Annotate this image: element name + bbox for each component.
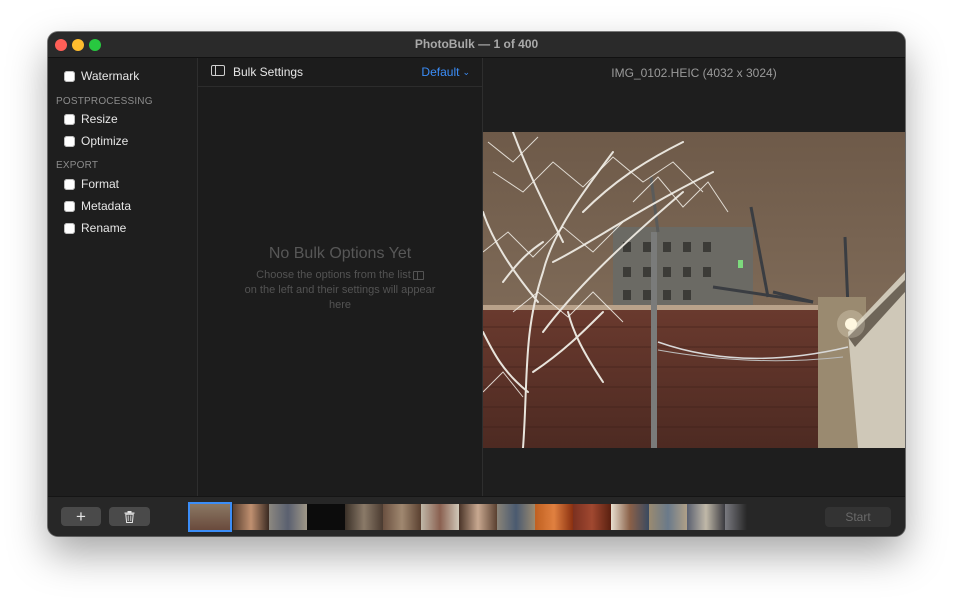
preview-photo: [483, 132, 905, 448]
thumbnail[interactable]: [687, 504, 725, 530]
app-window: PhotoBulk — 1 of 400 Watermark POSTPROCE…: [48, 32, 905, 536]
start-button[interactable]: Start: [825, 507, 891, 527]
section-postprocessing: POSTPROCESSING: [56, 96, 153, 107]
file-info-label: IMG_0102.HEIC (4032 x 3024): [611, 66, 777, 80]
thumbnail[interactable]: [421, 504, 459, 530]
trash-icon: [124, 510, 135, 523]
section-export: EXPORT: [56, 160, 99, 171]
empty-state-title: No Bulk Options Yet: [268, 245, 412, 262]
option-resize[interactable]: Resize: [64, 111, 118, 127]
optimize-checkbox[interactable]: [64, 135, 75, 147]
option-label: Optimize: [81, 134, 129, 148]
bulk-settings-title: Bulk Settings: [233, 65, 304, 79]
thumbnail[interactable]: [725, 504, 747, 530]
preset-label: Default: [421, 65, 460, 79]
option-label: Rename: [81, 221, 127, 235]
sidebar-panel-icon: [412, 270, 424, 280]
thumbnail[interactable]: [383, 504, 421, 530]
delete-images-button[interactable]: [109, 507, 150, 526]
title-bar: PhotoBulk — 1 of 400: [48, 32, 905, 58]
option-label: Resize: [81, 112, 118, 126]
thumbnail[interactable]: [535, 504, 573, 530]
sidebar-panel-icon[interactable]: [211, 65, 225, 76]
option-metadata[interactable]: Metadata: [64, 198, 131, 214]
resize-checkbox[interactable]: [64, 113, 75, 125]
bulk-settings-header: Bulk Settings Default ⌄: [198, 58, 482, 87]
option-optimize[interactable]: Optimize: [64, 133, 128, 149]
add-images-button[interactable]: +: [61, 507, 101, 526]
thumbnail[interactable]: [269, 504, 307, 530]
thumbnail-strip[interactable]: [188, 502, 755, 532]
option-rename[interactable]: Rename: [64, 220, 126, 236]
options-sidebar: Watermark POSTPROCESSING Resize Optimize…: [48, 58, 198, 496]
thumbnail[interactable]: [649, 504, 687, 530]
option-label: Watermark: [81, 69, 140, 83]
thumbnail[interactable]: [307, 504, 345, 530]
watermark-checkbox[interactable]: [64, 70, 75, 82]
thumbnail[interactable]: [497, 504, 535, 530]
bottom-toolbar: + Start: [48, 496, 905, 536]
thumbnail[interactable]: [611, 504, 649, 530]
thumbnail[interactable]: [459, 504, 497, 530]
empty-desc-part2: on the left and their settings will appe…: [244, 284, 436, 311]
preset-dropdown[interactable]: Default ⌄: [421, 65, 470, 79]
thumbnail[interactable]: [345, 504, 383, 530]
format-checkbox[interactable]: [64, 178, 75, 190]
option-label: Format: [81, 177, 120, 191]
bulk-settings-panel: Bulk Settings Default ⌄ No Bulk Options …: [198, 58, 483, 496]
thumbnail[interactable]: [233, 504, 269, 530]
thumbnail[interactable]: [573, 504, 611, 530]
option-format[interactable]: Format: [64, 176, 119, 192]
option-label: Metadata: [81, 199, 132, 213]
empty-state-description: Choose the options from the list on the …: [243, 268, 437, 313]
metadata-checkbox[interactable]: [64, 200, 75, 212]
thumbnail-selected[interactable]: [188, 502, 232, 532]
rename-checkbox[interactable]: [64, 222, 75, 234]
image-preview-panel: IMG_0102.HEIC (4032 x 3024): [483, 58, 905, 496]
option-watermark[interactable]: Watermark: [64, 68, 139, 84]
window-title: PhotoBulk — 1 of 400: [414, 37, 539, 51]
chevron-down-icon: ⌄: [462, 66, 470, 77]
empty-desc-part1: Choose the options from the list: [256, 269, 411, 281]
